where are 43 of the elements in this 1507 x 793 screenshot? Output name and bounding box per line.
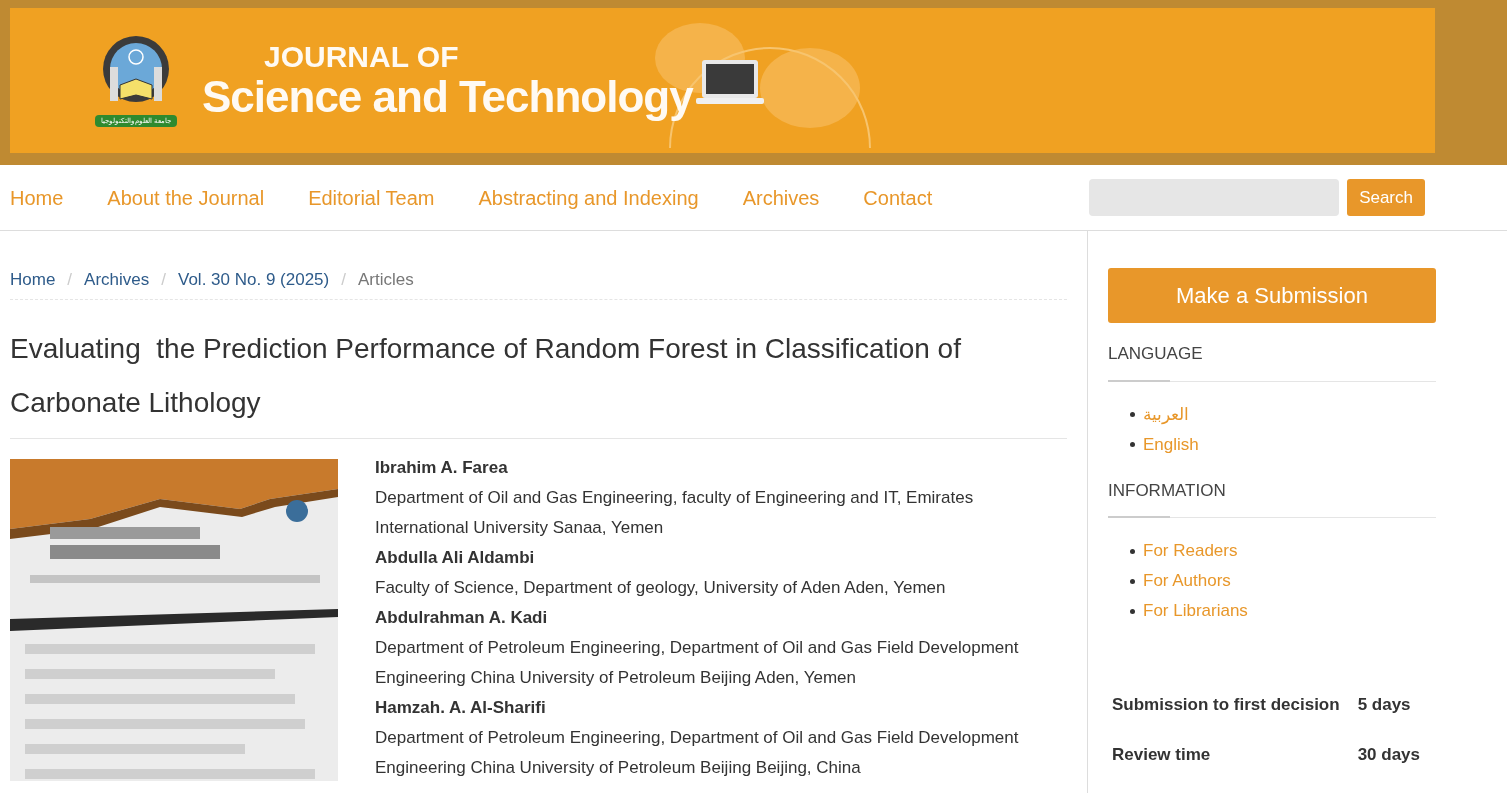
banner-title: JOURNAL OF (264, 40, 460, 73)
banner-title: Science and Technology (202, 72, 693, 121)
nav-link[interactable]: Editorial Team (308, 182, 435, 213)
breadcrumb-separator: / (67, 269, 73, 291)
nav-link[interactable]: Archives (742, 182, 820, 213)
nav-link[interactable]: Home (10, 182, 64, 213)
sidebar-heading: LANGUAGE (1108, 344, 1203, 363)
search-field[interactable] (1089, 179, 1340, 216)
bullet-icon (1130, 608, 1135, 614)
nav-link[interactable]: Abstracting and Indexing (478, 182, 699, 213)
stat-value: 5 days (1357, 695, 1411, 714)
author-name: Ibrahim A. Farea (375, 456, 509, 479)
bullet-icon (1130, 412, 1135, 417)
breadcrumb-separator: / (161, 269, 166, 291)
bullet-icon (1130, 442, 1135, 447)
sidebar-link[interactable]: English (1143, 429, 1199, 460)
breadcrumb-link[interactable]: Vol. 30 No. 9 (2025) (178, 267, 330, 293)
author-affiliation: Department of Petroleum Engineering, Department of Oil and Gas Field Development Engineering China University of Petroleum Beijing Aden, Yemen (375, 636, 1020, 689)
breadcrumb-separator: / (341, 269, 346, 291)
bullet-icon (1130, 578, 1135, 584)
author-affiliation: Faculty of Science, Department of geology, University of Aden Aden, Yemen (375, 576, 947, 599)
author-affiliation: Department of Petroleum Engineering, Department of Oil and Gas Field Development Engineering China University of Petroleum Beijing Beijing, China (375, 726, 1020, 779)
make-submission-button[interactable]: Make a Submission (1108, 268, 1436, 323)
sidebar-link[interactable]: العربية (1143, 399, 1189, 430)
nav-link[interactable]: Contact (863, 182, 933, 213)
breadcrumb-current: Articles (357, 269, 414, 291)
sidebar-heading: INFORMATION (1108, 480, 1226, 500)
author-name: Hamzah. A. Al-Sharifi (375, 696, 547, 719)
article-title: Evaluating the Prediction Performance of Random Forest in Classification of Carbonate Lithology (10, 321, 1067, 439)
search-button[interactable]: Search (1347, 179, 1425, 216)
stat-label: Submission to first decision (1112, 695, 1340, 714)
nav-link[interactable]: About the Journal (107, 182, 265, 213)
bullet-icon (1130, 548, 1135, 554)
breadcrumb-link[interactable]: Home (10, 267, 56, 293)
breadcrumb-link[interactable]: Archives (84, 267, 150, 293)
sidebar-link[interactable]: For Librarians (1143, 596, 1248, 626)
author-affiliation: Department of Oil and Gas Engineering, faculty of Engineering and IT, Emirates International University Sanaa, Yemen (375, 486, 975, 539)
sidebar-link[interactable]: For Authors (1143, 566, 1231, 596)
author-name: Abdulrahman A. Kadi (375, 606, 549, 629)
sidebar-link[interactable]: For Readers (1143, 536, 1238, 566)
author-name: Abdulla Ali Aldambi (375, 546, 536, 569)
stat-label: Review time (1112, 744, 1211, 764)
stat-value: 30 days (1357, 744, 1421, 764)
